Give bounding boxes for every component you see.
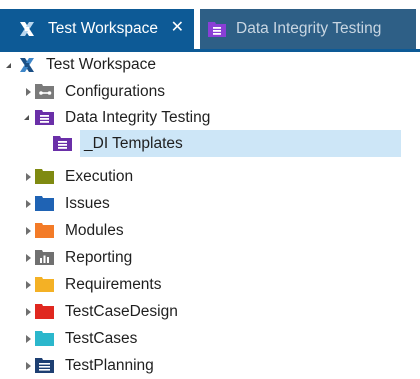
- tree-item-testcasedesign[interactable]: TestCaseDesign: [0, 299, 420, 325]
- yellow-folder-icon: [35, 276, 54, 298]
- tree-item-execution[interactable]: Execution: [0, 164, 420, 190]
- tree-item-testplanning[interactable]: TestPlanning: [0, 353, 420, 379]
- purple-folder-doc-icon: [53, 135, 72, 157]
- workspace-x-icon: [18, 20, 36, 38]
- tree-item-reporting[interactable]: Reporting: [0, 245, 420, 271]
- tab-data-integrity-testing[interactable]: Data Integrity Testing: [200, 9, 416, 49]
- tree-label: _DI Templates: [84, 135, 183, 152]
- tab-label: Test Workspace: [48, 20, 158, 37]
- collapsed-arrow-icon[interactable]: [26, 200, 31, 208]
- tree-item-data-integrity-testing[interactable]: Data Integrity Testing: [0, 105, 420, 131]
- tree-item-modules[interactable]: Modules: [0, 218, 420, 244]
- report-chart-icon: [35, 249, 54, 271]
- collapsed-arrow-icon[interactable]: [26, 254, 31, 262]
- red-folder-icon: [35, 303, 54, 325]
- expanded-arrow-icon[interactable]: [24, 115, 29, 120]
- orange-folder-icon: [35, 222, 54, 244]
- tree-label: Execution: [65, 168, 134, 185]
- collapsed-arrow-icon[interactable]: [26, 88, 31, 96]
- tree-item-testcases[interactable]: TestCases: [0, 326, 420, 352]
- tab-label: Data Integrity Testing: [236, 20, 382, 37]
- configuration-icon: [35, 83, 54, 105]
- tree-item-requirements[interactable]: Requirements: [0, 272, 420, 298]
- tree-label: Test Workspace: [46, 56, 156, 73]
- tab-strip: Test Workspace ✕ Data Integrity Testing: [0, 0, 420, 50]
- collapsed-arrow-icon[interactable]: [26, 308, 31, 316]
- collapsed-arrow-icon[interactable]: [26, 362, 31, 370]
- tree-item-configurations[interactable]: Configurations: [0, 79, 420, 105]
- collapsed-arrow-icon[interactable]: [26, 227, 31, 235]
- blue-folder-icon: [35, 195, 54, 217]
- collapsed-arrow-icon[interactable]: [26, 173, 31, 181]
- tree-label: Data Integrity Testing: [65, 109, 211, 126]
- navy-list-icon: [35, 357, 54, 379]
- tree-label: Issues: [65, 195, 110, 212]
- workspace-x-icon: [18, 56, 36, 79]
- purple-folder-doc-icon: [35, 109, 54, 131]
- expanded-arrow-icon[interactable]: [6, 63, 11, 68]
- tree-label: TestCaseDesign: [65, 303, 178, 320]
- purple-folder-doc-icon: [208, 20, 226, 38]
- close-icon[interactable]: ✕: [171, 18, 184, 38]
- tab-test-workspace[interactable]: Test Workspace ✕: [0, 9, 194, 49]
- tree-label: TestPlanning: [65, 357, 154, 374]
- tree-label: Requirements: [65, 276, 162, 293]
- collapsed-arrow-icon[interactable]: [26, 281, 31, 289]
- tree-label: TestCases: [65, 330, 138, 347]
- olive-folder-icon: [35, 168, 54, 190]
- tree-label: Modules: [65, 222, 124, 239]
- tree-label: Configurations: [65, 83, 165, 100]
- tree-item-di-templates[interactable]: _DI Templates: [0, 131, 420, 157]
- tree-label: Reporting: [65, 249, 133, 266]
- collapsed-arrow-icon[interactable]: [26, 335, 31, 343]
- tree-root-test-workspace[interactable]: Test Workspace: [0, 52, 420, 78]
- cyan-folder-icon: [35, 330, 54, 352]
- tree-item-issues[interactable]: Issues: [0, 191, 420, 217]
